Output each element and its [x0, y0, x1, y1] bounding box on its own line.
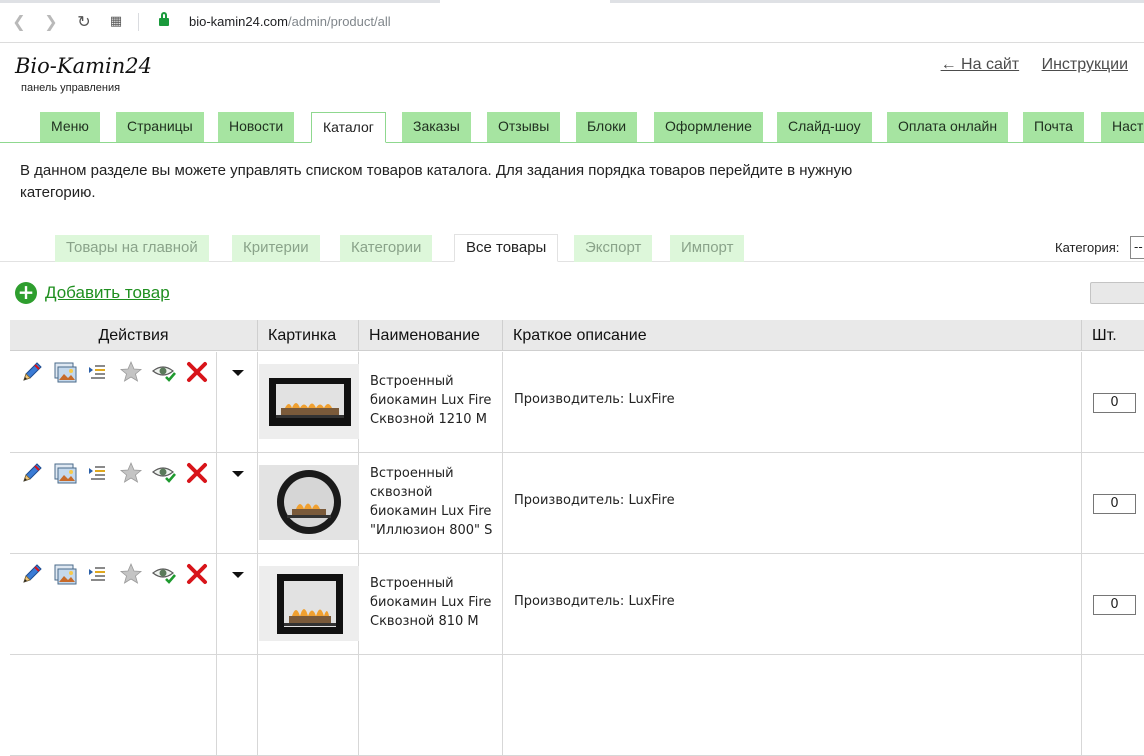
- tab-pages[interactable]: Страницы: [116, 112, 204, 142]
- header-short-description: Краткое описание: [503, 320, 1082, 351]
- star-icon[interactable]: [119, 461, 143, 485]
- dropdown-cell: [217, 453, 258, 553]
- tab-featured-products[interactable]: Товары на главной: [55, 235, 209, 262]
- tab-all-products[interactable]: Все товары: [454, 234, 559, 262]
- caret-down-icon[interactable]: [232, 471, 244, 477]
- table-row: [10, 655, 1144, 756]
- actions-cell: [10, 453, 217, 553]
- list-indent-icon[interactable]: [86, 562, 110, 586]
- image-cell: [258, 655, 359, 755]
- section-description: В данном разделе вы можете управлять спи…: [20, 162, 853, 201]
- list-indent-icon[interactable]: [86, 461, 110, 485]
- toolbar-divider: [138, 13, 139, 31]
- product-name[interactable]: Встроенный биокамин Lux Fire Сквозной 81…: [370, 574, 500, 631]
- product-thumbnail[interactable]: [259, 566, 359, 641]
- product-short-description: Производитель: LuxFire: [514, 594, 675, 609]
- url-path: /admin/product/all: [288, 14, 391, 29]
- name-cell: [359, 655, 503, 755]
- lock-icon[interactable]: [159, 12, 169, 28]
- star-icon[interactable]: [119, 562, 143, 586]
- tab-mail[interactable]: Почта: [1023, 112, 1084, 142]
- instructions-link[interactable]: Инструкции: [1042, 56, 1128, 73]
- main-navigation: Меню Страницы Новости Каталог Заказы Отз…: [0, 112, 1144, 143]
- brand-subtitle: панель управления: [21, 82, 121, 94]
- header-quantity: Шт.: [1082, 320, 1144, 351]
- visibility-eye-icon[interactable]: [152, 562, 176, 586]
- tab-settings[interactable]: Настр: [1101, 112, 1144, 142]
- dropdown-cell: [217, 352, 258, 452]
- header-actions: Действия: [10, 320, 258, 351]
- quantity-input[interactable]: 0: [1093, 595, 1136, 615]
- quantity-input[interactable]: 0: [1093, 494, 1136, 514]
- visibility-eye-icon[interactable]: [152, 461, 176, 485]
- tab-orders[interactable]: Заказы: [402, 112, 471, 142]
- tab-blocks[interactable]: Блоки: [576, 112, 638, 142]
- address-bar[interactable]: bio-kamin24.com/admin/product/all: [189, 14, 391, 29]
- plus-circle-icon[interactable]: +: [15, 282, 37, 304]
- tab-criteria[interactable]: Критерии: [232, 235, 320, 262]
- brand-logo: Bio-Kamin24: [15, 54, 152, 78]
- edit-pencil-icon[interactable]: [20, 360, 44, 384]
- tab-reviews[interactable]: Отзывы: [487, 112, 561, 142]
- product-short-description: Производитель: LuxFire: [514, 392, 675, 407]
- actions-cell: [10, 655, 217, 755]
- category-label: Категория:: [1055, 240, 1120, 255]
- table-row: Встроенный биокамин Lux Fire Сквозной 12…: [10, 352, 1144, 453]
- caret-down-icon[interactable]: [232, 572, 244, 578]
- reload-icon[interactable]: ↻: [74, 12, 94, 32]
- forward-icon[interactable]: ❯: [41, 12, 61, 32]
- table-row: Встроенный сквозной биокамин Lux Fire "И…: [10, 453, 1144, 554]
- delete-x-icon[interactable]: [185, 360, 209, 384]
- product-name[interactable]: Встроенный биокамин Lux Fire Сквозной 12…: [370, 372, 500, 429]
- category-select[interactable]: --: [1130, 236, 1144, 259]
- table-row: Встроенный биокамин Lux Fire Сквозной 81…: [10, 554, 1144, 655]
- tab-catalog[interactable]: Каталог: [311, 112, 386, 143]
- browser-toolbar: ❮ ❯ ↻ ▦ bio-kamin24.com/admin/product/al…: [0, 0, 1144, 43]
- dropdown-cell: [217, 655, 258, 755]
- header-name: Наименование: [359, 320, 503, 351]
- quantity-input[interactable]: 0: [1093, 393, 1136, 413]
- tab-news[interactable]: Новости: [218, 112, 295, 142]
- visibility-eye-icon[interactable]: [152, 360, 176, 384]
- tab-slideshow[interactable]: Слайд-шоу: [777, 112, 872, 142]
- back-to-site-link[interactable]: ← На сайт: [941, 56, 1020, 73]
- star-icon[interactable]: [119, 360, 143, 384]
- caret-down-icon[interactable]: [232, 370, 244, 376]
- add-product-link[interactable]: Добавить товар: [45, 283, 170, 303]
- tab-online-payment[interactable]: Оплата онлайн: [887, 112, 1009, 142]
- delete-x-icon[interactable]: [185, 461, 209, 485]
- active-tab[interactable]: [440, 0, 610, 3]
- url-domain: bio-kamin24.com: [189, 14, 288, 29]
- tab-menu[interactable]: Меню: [40, 112, 100, 142]
- actions-cell: [10, 554, 217, 654]
- image-icon[interactable]: [53, 461, 77, 485]
- product-short-description: Производитель: LuxFire: [514, 493, 675, 508]
- dropdown-cell: [217, 554, 258, 654]
- header-image: Картинка: [258, 320, 359, 351]
- image-icon[interactable]: [53, 562, 77, 586]
- actions-cell: [10, 352, 217, 452]
- tab-categories[interactable]: Категории: [340, 235, 433, 262]
- image-icon[interactable]: [53, 360, 77, 384]
- catalog-subnav: Товары на главной Критерии Категории Все…: [0, 234, 1144, 262]
- delete-x-icon[interactable]: [185, 562, 209, 586]
- list-indent-icon[interactable]: [86, 360, 110, 384]
- tab-strip: [0, 0, 1144, 3]
- apps-grid-icon[interactable]: ▦: [106, 12, 126, 32]
- edit-pencil-icon[interactable]: [20, 461, 44, 485]
- short-description-cell: [503, 655, 1082, 755]
- product-thumbnail[interactable]: [259, 465, 359, 540]
- product-name[interactable]: Встроенный сквозной биокамин Lux Fire "И…: [370, 464, 500, 540]
- tab-import[interactable]: Импорт: [670, 235, 745, 262]
- table-header: Действия Картинка Наименование Краткое о…: [10, 320, 1144, 351]
- tab-export[interactable]: Экспорт: [574, 235, 653, 262]
- back-icon[interactable]: ❮: [9, 12, 29, 32]
- top-links: ← На сайт Инструкции: [923, 56, 1128, 74]
- product-thumbnail[interactable]: [259, 364, 359, 439]
- edit-pencil-icon[interactable]: [20, 562, 44, 586]
- filter-button[interactable]: [1090, 282, 1144, 304]
- tab-design[interactable]: Оформление: [654, 112, 763, 142]
